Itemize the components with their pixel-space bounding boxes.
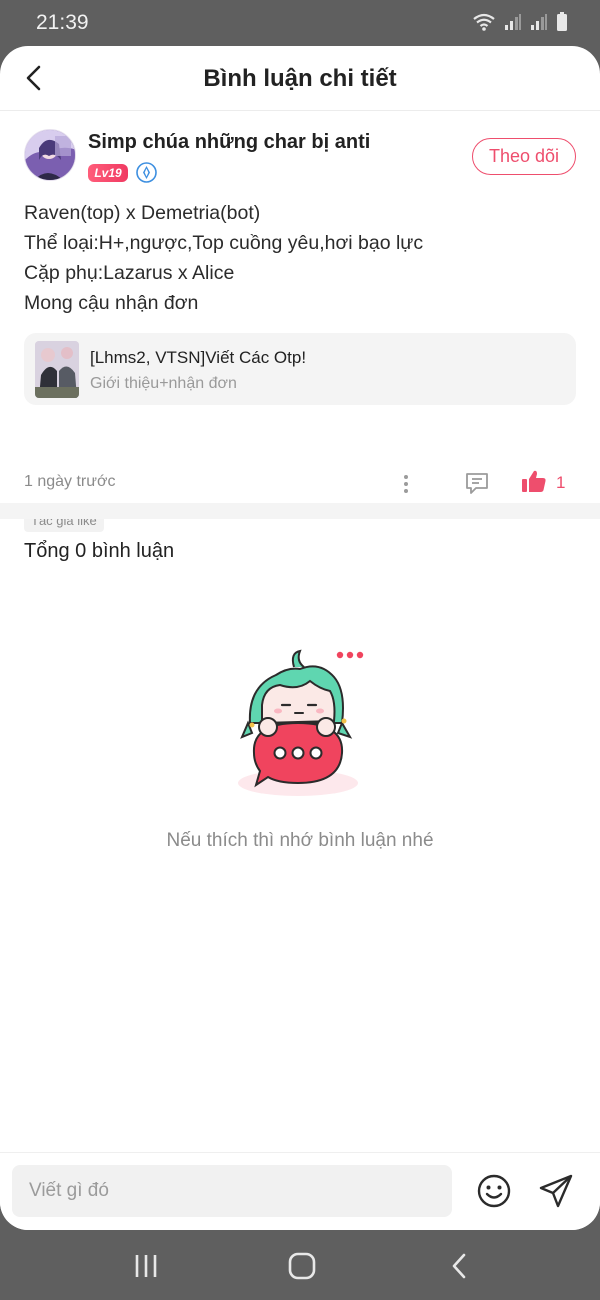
wifi-icon (473, 13, 495, 31)
battery-icon (557, 12, 567, 31)
home-icon[interactable] (286, 1250, 318, 1282)
comment-detail-screen: Bình luận chi tiết Simp chúa những char … (0, 46, 600, 1230)
post-timestamp: 1 ngày trước (24, 473, 116, 490)
status-icons (472, 12, 568, 32)
header: Bình luận chi tiết (0, 46, 600, 111)
comment-composer (0, 1152, 600, 1230)
system-nav-bar (0, 1230, 600, 1300)
follow-button[interactable]: Theo dõi (472, 138, 576, 175)
comment-input[interactable] (12, 1165, 452, 1217)
signal-icon (505, 14, 521, 30)
post-body-line: Raven(top) x Demetria(bot) (24, 202, 261, 224)
username[interactable]: Simp chúa những char bị anti (88, 131, 370, 154)
avatar[interactable] (24, 129, 76, 181)
story-subtitle: Giới thiệu+nhận đơn (90, 375, 237, 392)
section-divider (0, 503, 600, 519)
story-title: [Lhms2, VTSN]Viết Các Otp! (90, 348, 307, 367)
story-thumbnail (35, 341, 79, 398)
signal-icon (531, 14, 547, 30)
status-bar: 21:39 (0, 0, 600, 46)
post-body: Raven(top) x Demetria(bot) Thể loại:H+,n… (24, 198, 576, 318)
more-options-icon[interactable] (400, 472, 412, 496)
like-count: 1 (556, 473, 566, 492)
total-comments-label: Tổng 0 bình luận (24, 540, 175, 562)
post-body-line: Cặp phụ:Lazarus x Alice (24, 262, 235, 284)
recent-apps-icon[interactable] (130, 1250, 162, 1282)
thumbs-up-icon[interactable] (521, 468, 547, 494)
verified-badge-icon (136, 162, 157, 183)
send-icon[interactable] (538, 1173, 574, 1209)
level-badge: Lv19 (88, 164, 128, 182)
avatar-image (25, 130, 75, 180)
empty-comments-mascot-icon (238, 649, 364, 796)
back-nav-icon[interactable] (444, 1250, 476, 1282)
post-body-line: Mong cậu nhận đơn (24, 292, 199, 314)
empty-comments-text: Nếu thích thì nhớ bình luận nhé (166, 830, 434, 851)
post-body-line: Thể loại:H+,ngược,Top cuồng yêu,hơi bạo … (24, 232, 424, 254)
status-time: 21:39 (36, 11, 89, 34)
linked-story-card[interactable]: [Lhms2, VTSN]Viết Các Otp! Giới thiệu+nh… (24, 333, 576, 405)
comment-icon[interactable] (464, 470, 490, 496)
page-title: Bình luận chi tiết (203, 65, 397, 92)
emoji-icon[interactable] (476, 1173, 512, 1209)
